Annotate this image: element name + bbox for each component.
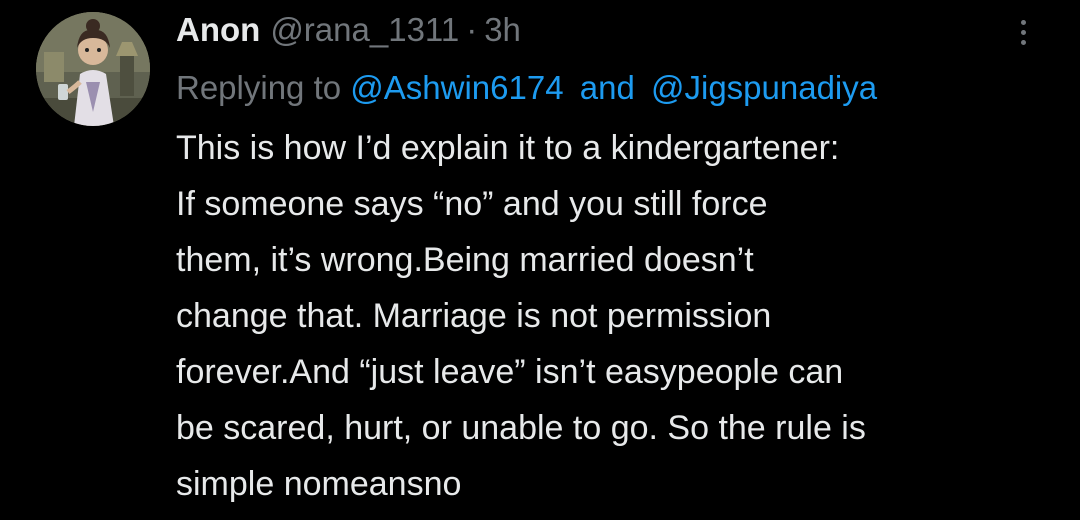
tweet-text-line: be scared, hurt, or unable to go. So the…	[176, 409, 866, 447]
more-dot	[1020, 39, 1026, 45]
tweet-text-line: If someone says “no” and you still force	[176, 185, 768, 223]
replying-to-label: Replying to	[176, 69, 342, 106]
tweet-content: Anon @rana_1311 · 3h Replying to @Ashwin…	[176, 8, 1046, 512]
more-vertical-icon[interactable]	[1010, 12, 1036, 52]
tweet-header: Anon @rana_1311 · 3h	[176, 8, 1046, 52]
timestamp[interactable]: 3h	[484, 8, 521, 52]
tweet-text-line: forever.And “just leave” isn’t easypeopl…	[176, 353, 844, 391]
avatar[interactable]	[36, 12, 150, 126]
replying-to-and: and	[579, 69, 635, 106]
user-handle[interactable]: @rana_1311	[270, 8, 459, 52]
mention-link-2[interactable]: @Jigspunadiya	[651, 69, 877, 106]
tweet-text-line: simple nomeansno	[176, 465, 462, 503]
cartoon-avatar-icon	[36, 12, 150, 126]
replying-to: Replying to @Ashwin6174 and @Jigspunadiy…	[176, 66, 1046, 110]
tweet-text-line: This is how I’d explain it to a kinderga…	[176, 129, 840, 167]
tweet-text-line: change that. Marriage is not permission	[176, 297, 772, 335]
tweet-text: This is how I’d explain it to a kinderga…	[176, 120, 1046, 512]
display-name[interactable]: Anon	[176, 8, 260, 52]
more-dot	[1020, 29, 1026, 35]
mention-link-1[interactable]: @Ashwin6174	[350, 69, 563, 106]
more-dot	[1020, 19, 1026, 25]
separator-dot: ·	[466, 11, 478, 48]
tweet-text-line: them, it’s wrong.Being married doesn’t	[176, 241, 754, 279]
tweet[interactable]: Anon @rana_1311 · 3h Replying to @Ashwin…	[0, 0, 1080, 520]
